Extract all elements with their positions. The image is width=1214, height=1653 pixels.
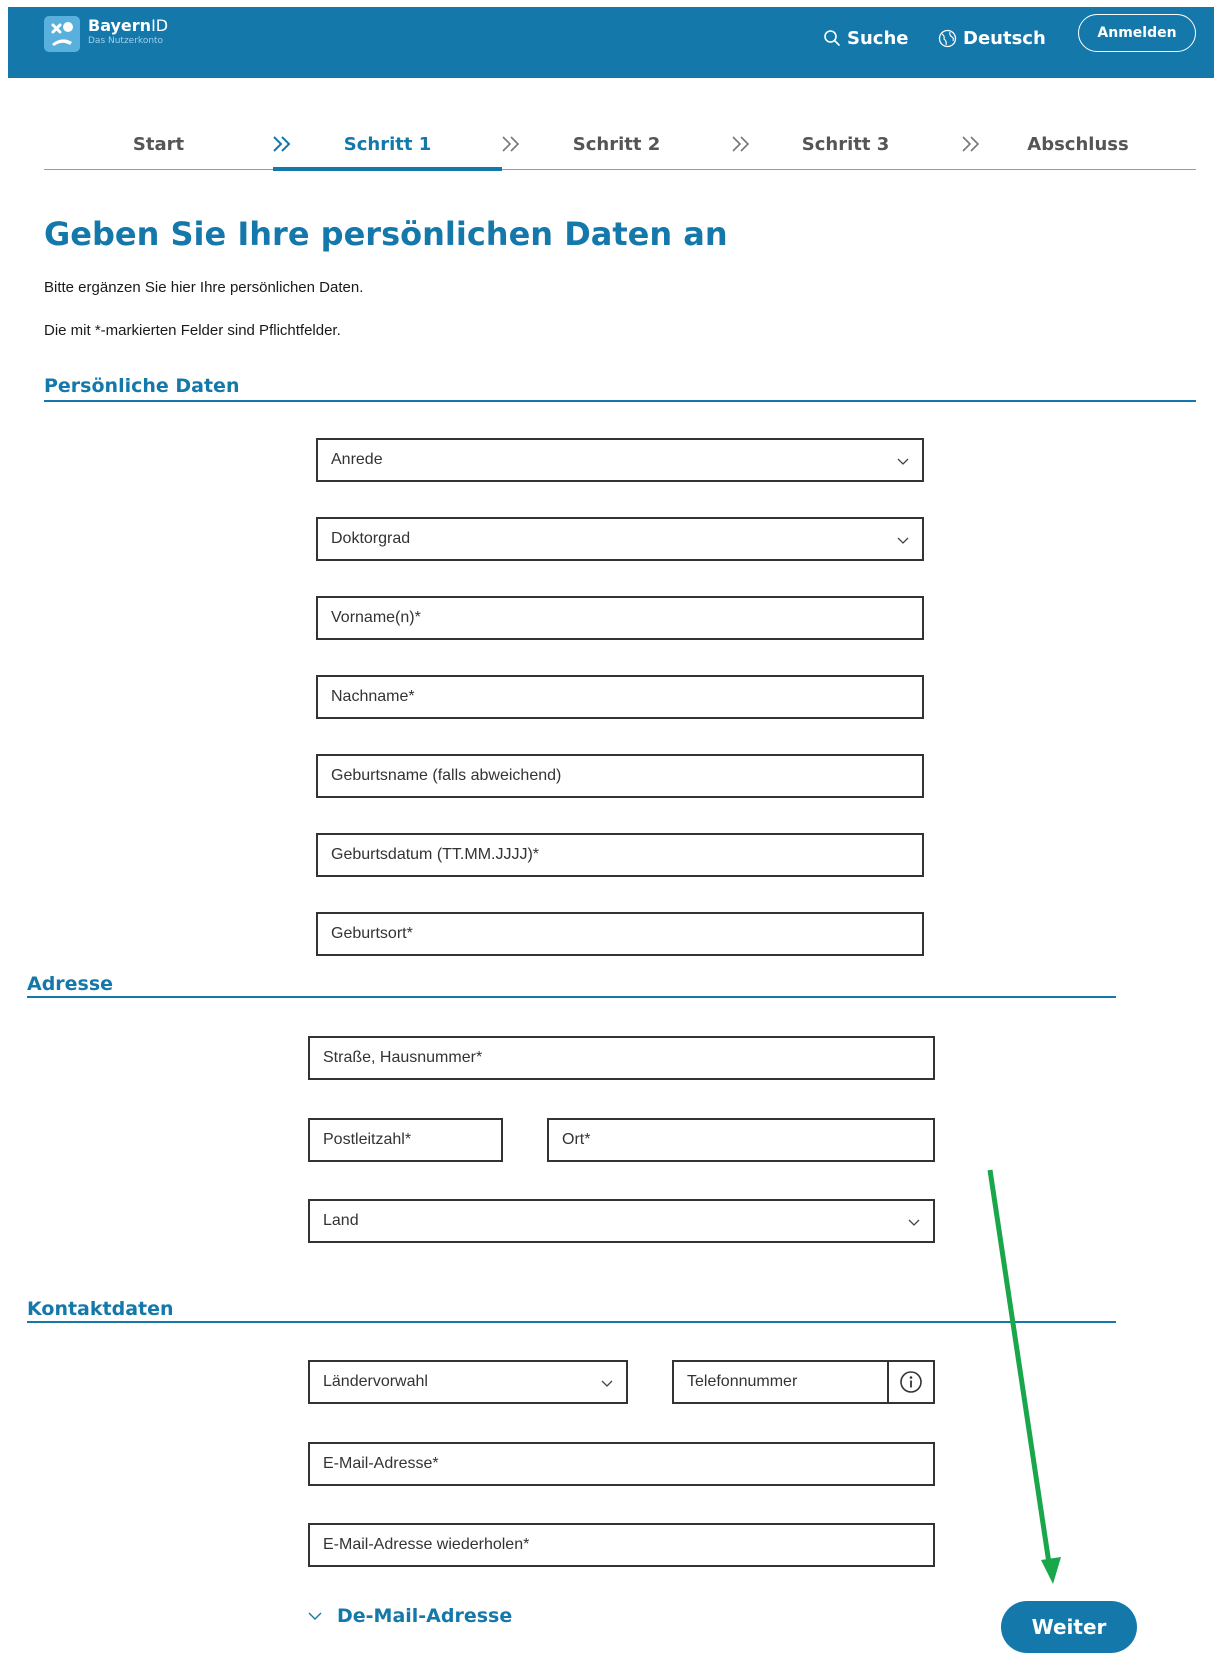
country-code-label: Ländervorwahl <box>323 1373 428 1390</box>
section-divider <box>27 1321 1116 1323</box>
postal-code-field[interactable]: Postleitzahl* <box>308 1118 503 1162</box>
bayernid-logo-icon[interactable] <box>44 16 80 52</box>
section-title-address: Adresse <box>27 973 114 995</box>
chevron-down-icon <box>908 1219 920 1226</box>
section-title-personal: Persönliche Daten <box>44 375 240 397</box>
step-1-active: Schritt 1 <box>343 134 432 155</box>
postal-code-placeholder: Postleitzahl* <box>323 1131 412 1148</box>
next-button[interactable]: Weiter <box>1001 1601 1137 1653</box>
phone-info-button[interactable] <box>887 1362 933 1402</box>
country-label: Land <box>323 1212 359 1229</box>
birth-name-placeholder: Geburtsname (falls abweichend) <box>331 767 562 784</box>
salutation-label: Anrede <box>331 451 383 468</box>
double-chevron-icon <box>962 136 980 152</box>
required-fields-note: Die mit *-markierten Felder sind Pflicht… <box>44 322 341 339</box>
last-name-placeholder: Nachname* <box>331 688 415 705</box>
demail-label: De-Mail-Adresse <box>337 1605 513 1627</box>
top-header: BayernID Das Nutzerkonto Suche Deutsch A… <box>8 7 1214 78</box>
email-field[interactable]: E-Mail-Adresse* <box>308 1442 935 1486</box>
doctor-degree-select[interactable]: Doktorgrad <box>316 517 924 561</box>
first-name-placeholder: Vorname(n)* <box>331 609 421 626</box>
email-repeat-placeholder: E-Mail-Adresse wiederholen* <box>323 1536 530 1553</box>
double-chevron-icon <box>732 136 750 152</box>
birth-place-field[interactable]: Geburtsort* <box>316 912 924 956</box>
step-start: Start <box>132 134 185 155</box>
info-icon <box>900 1371 922 1393</box>
doctor-degree-label: Doktorgrad <box>331 530 411 547</box>
phone-placeholder: Telefonnummer <box>687 1373 798 1390</box>
demail-expander[interactable]: De-Mail-Adresse <box>307 1605 512 1627</box>
section-title-contact: Kontaktdaten <box>27 1298 174 1320</box>
search-label: Suche <box>847 27 909 49</box>
brand-subtitle: Das Nutzerkonto <box>88 36 164 46</box>
city-field[interactable]: Ort* <box>547 1118 935 1162</box>
search-icon <box>824 30 840 46</box>
country-code-select[interactable]: Ländervorwahl <box>308 1360 628 1404</box>
step-finish: Abschluss <box>1027 134 1129 155</box>
birth-date-placeholder: Geburtsdatum (TT.MM.JJJJ)* <box>331 846 540 863</box>
page-title: Geben Sie Ihre persönlichen Daten an <box>44 215 728 253</box>
salutation-select[interactable]: Anrede <box>316 438 924 482</box>
street-field[interactable]: Straße, Hausnummer* <box>308 1036 935 1080</box>
double-chevron-icon <box>502 136 520 152</box>
section-divider <box>44 400 1196 402</box>
brand-name: BayernID <box>88 16 169 35</box>
email-repeat-field[interactable]: E-Mail-Adresse wiederholen* <box>308 1523 935 1567</box>
birth-name-field[interactable]: Geburtsname (falls abweichend) <box>316 754 924 798</box>
last-name-field[interactable]: Nachname* <box>316 675 924 719</box>
search-link[interactable]: Suche <box>823 23 908 53</box>
country-select[interactable]: Land <box>308 1199 935 1243</box>
first-name-field[interactable]: Vorname(n)* <box>316 596 924 640</box>
globe-icon <box>938 29 957 47</box>
step-2: Schritt 2 <box>572 134 661 155</box>
street-placeholder: Straße, Hausnummer* <box>323 1049 483 1066</box>
birth-place-placeholder: Geburtsort* <box>331 925 413 942</box>
active-step-indicator <box>273 167 502 171</box>
birth-date-field[interactable]: Geburtsdatum (TT.MM.JJJJ)* <box>316 833 924 877</box>
phone-field[interactable]: Telefonnummer <box>672 1360 935 1404</box>
email-placeholder: E-Mail-Adresse* <box>323 1455 439 1472</box>
city-placeholder: Ort* <box>562 1131 591 1148</box>
language-label: Deutsch <box>963 27 1046 49</box>
login-button[interactable]: Anmelden <box>1078 14 1196 52</box>
double-chevron-icon <box>273 136 291 152</box>
chevron-down-icon <box>897 537 909 544</box>
intro-text: Bitte ergänzen Sie hier Ihre persönliche… <box>44 279 364 296</box>
chevron-down-icon <box>601 1380 613 1387</box>
step-3: Schritt 3 <box>801 134 890 155</box>
chevron-down-icon <box>897 458 909 465</box>
language-selector[interactable]: Deutsch <box>938 23 1046 53</box>
section-divider <box>27 996 1116 998</box>
progress-steps: Start Schritt 1 Schritt 2 Schritt 3 Absc… <box>44 120 1196 171</box>
chevron-down-icon <box>308 1612 322 1620</box>
